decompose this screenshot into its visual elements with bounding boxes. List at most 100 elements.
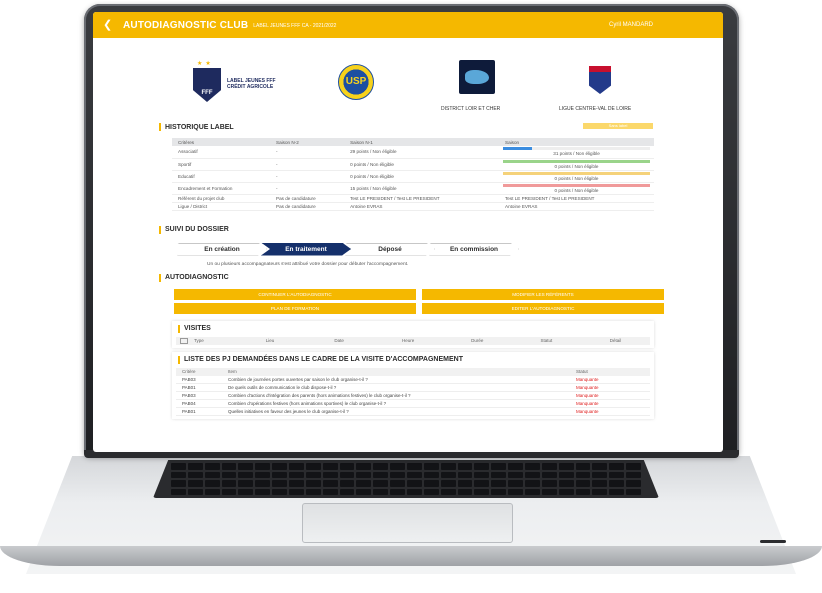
critere-cell: PAB01 [176, 407, 222, 416]
arrow-left-icon[interactable]: ❮ [103, 18, 117, 32]
saison-n2-cell: Pas de candidature [270, 202, 345, 211]
score-value: 0 points / Non éligible [554, 187, 599, 193]
edit-referents-button[interactable]: MODIFIER LES RÉFÉRENTS [422, 288, 664, 300]
score-progress-bar [503, 147, 650, 150]
score-value: 0 points / Non éligible [554, 175, 599, 181]
critere-cell: PAB01 [176, 383, 222, 392]
laptop-front-edge [0, 546, 822, 566]
historique-row: Ligue / District Pas de candidature Antoin… [172, 202, 654, 211]
saison-n2-cell: - [270, 170, 345, 183]
item-cell: Combien d'opérations festives (hors anim… [222, 399, 570, 408]
score-progress-bar [503, 159, 650, 163]
score-progress-fill [503, 159, 650, 163]
section-marker [159, 225, 161, 234]
saison-cell: 0 points / Non éligible [499, 182, 654, 195]
laptop-indicator [760, 540, 786, 543]
score-progress-bar [503, 171, 650, 175]
dossier-hint: Un ou plusieurs accompagnateurs s'est at… [207, 261, 409, 267]
saison-cell: 31 points / Non éligible [499, 146, 654, 159]
print-autodiagnostic-button[interactable]: EDITER L'AUTODIAGNOSTIC [422, 302, 664, 314]
saison-n1-cell: 0 points / Non éligible [344, 170, 500, 183]
select-all-checkbox[interactable] [180, 337, 188, 344]
saison-cell: Antoine EVRAS [499, 202, 654, 211]
section-marker [178, 355, 180, 364]
score-progress-fill [503, 147, 533, 150]
app-title: AUTODIAGNOSTIC CLUB [123, 19, 249, 31]
stars-icon: ★★ [197, 61, 214, 67]
section-title-suivi: SUIVI DU DOSSIER [159, 225, 723, 235]
column-header: Durée [471, 338, 484, 343]
step-en-traitement: En traitement [261, 242, 351, 256]
district-logo [459, 60, 495, 94]
score-value: 31 points / Non éligible [553, 151, 600, 156]
status-cell: Manquante [570, 375, 650, 384]
saison-cell: 0 points / Non éligible [499, 170, 654, 183]
score-progress-bar [503, 183, 650, 187]
historique-row: Associatif -29 points / Non éligible 31 po… [172, 146, 654, 159]
fff-logo [193, 68, 221, 102]
critere-cell: Encadrement et Formation [172, 182, 271, 195]
column-header: Critère [176, 367, 222, 376]
column-header: Critères [172, 138, 271, 146]
app-subtitle: LABEL JEUNES FFF CA - 2021/2022 [253, 23, 337, 29]
saison-n1-cell: 29 points / Non éligible [344, 146, 500, 159]
critere-cell: Référent du projet club [172, 194, 271, 203]
critere-cell: PAB03 [176, 391, 222, 400]
critere-cell: Associatif [172, 146, 271, 159]
club-logo: USP [338, 64, 374, 100]
critere-cell: Sportif [172, 158, 271, 171]
critere-cell: PAB03 [176, 375, 222, 384]
column-header: Statut [540, 338, 553, 343]
historique-row: Sportif -0 points / Non éligible 0 points … [172, 158, 654, 171]
section-marker [159, 123, 161, 131]
saison-n1-cell: 15 points / Non éligible [344, 182, 500, 195]
label-status-badge: Sans label [583, 123, 653, 129]
column-header: Date [334, 338, 344, 343]
column-header: Statut [570, 367, 650, 376]
step-en-commission: En commission [429, 242, 519, 256]
saison-cell: 0 points / Non éligible [499, 158, 654, 171]
visits-panel: VISITES Type Lieu Date Heure Durée Statu… [172, 320, 654, 348]
user-name[interactable]: Cyril MANDARD [609, 22, 653, 28]
continue-autodiagnostic-button[interactable]: CONTINUER L'AUTODIAGNOSTIC [174, 288, 416, 300]
training-plan-button[interactable]: PLAN DE FORMATION [174, 302, 416, 314]
item-cell: Quelles initiatives en faveur des jeunes… [222, 407, 570, 416]
table-row[interactable]: PAB03 Combien d'actions d'intégration des… [176, 391, 650, 400]
laptop-keyboard [153, 460, 659, 498]
item-cell: De quels outils de communication le club… [222, 383, 570, 392]
score-value: 0 points / Non éligible [554, 163, 599, 169]
laptop-screen: ❮ AUTODIAGNOSTIC CLUB LABEL JEUNES FFF C… [93, 12, 723, 452]
section-title-autodiagnostic: AUTODIAGNOSTIC [159, 273, 723, 283]
ligue-logo [589, 66, 611, 94]
saison-n1-cell: Test LE PRESIDENT / Test LE PRESIDENT [344, 194, 500, 203]
saison-n1-cell: 0 points / Non éligible [344, 158, 500, 171]
column-header: Saison N-2 [270, 138, 345, 146]
fff-logo-text: LABEL JEUNES FFF CRÉDIT AGRICOLE [227, 78, 276, 90]
autodiagnostic-actions: CONTINUER L'AUTODIAGNOSTIC MODIFIER LES … [174, 288, 723, 314]
column-header: Heure [402, 338, 415, 343]
historique-row: Encadrement et Formation -15 points / Non… [172, 182, 654, 195]
step-depose: Déposé [345, 242, 435, 256]
table-row[interactable]: PAB01 Quelles initiatives en faveur des j… [176, 407, 650, 416]
saison-n2-cell: - [270, 158, 345, 171]
district-label: DISTRICT LOIR ET CHER [441, 106, 501, 112]
item-cell: Combien d'actions d'intégration des pare… [222, 391, 570, 400]
laptop-trackpad [302, 503, 513, 543]
saison-n1-cell: Antoine EVRAS [344, 202, 500, 211]
status-cell: Manquante [570, 391, 650, 400]
historique-table: Critères Saison N-2 Saison N-1 Saison As… [172, 138, 654, 211]
historique-row: Educatif -0 points / Non éligible 0 points… [172, 170, 654, 183]
column-header: Item [222, 367, 570, 376]
section-marker [178, 324, 180, 333]
pj-table: Critère Item Statut PAB03 Combien de jour… [176, 367, 650, 416]
step-en-creation: En création [177, 242, 267, 256]
table-row[interactable]: PAB04 Combien d'opérations festives (hors… [176, 399, 650, 408]
dossier-stepper: En création En traitement Déposé En comm… [177, 242, 723, 256]
critere-cell: PAB04 [176, 399, 222, 408]
table-row[interactable]: PAB03 Combien de journées portes ouvertes… [176, 375, 650, 384]
score-progress-fill [503, 183, 650, 187]
logos-row: ★★ LABEL JEUNES FFFCRÉDIT AGRICOLE USP D… [93, 38, 723, 122]
column-header: Type [194, 338, 204, 343]
table-row[interactable]: PAB01 De quels outils de communication le… [176, 383, 650, 392]
saison-cell: Test LE PRESIDENT / Test LE PRESIDENT [499, 194, 654, 203]
